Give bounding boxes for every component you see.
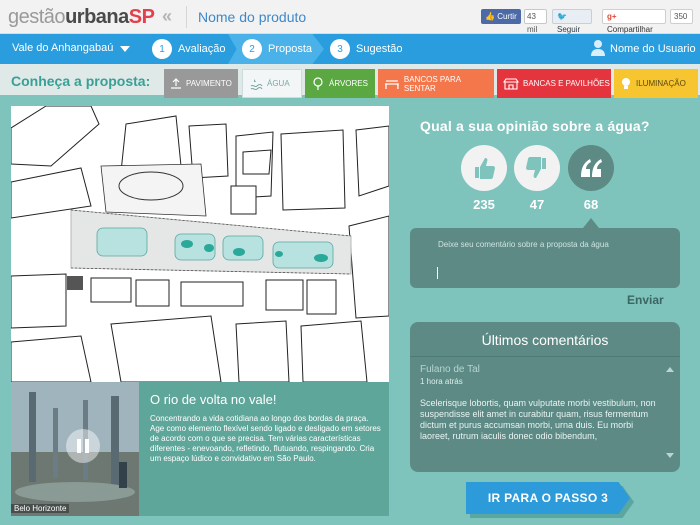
collapse-icon[interactable]: « bbox=[162, 6, 172, 27]
share-count-badge: 350 bbox=[670, 9, 693, 24]
tab-label: PAVIMENTO bbox=[186, 79, 232, 88]
logo-text-gestao: gestão bbox=[8, 6, 66, 28]
dislike-vote-button[interactable] bbox=[514, 145, 560, 191]
divider bbox=[186, 6, 187, 28]
opinion-question: Qual a sua opinião sobre a água? bbox=[420, 118, 650, 134]
like-label: Curtir bbox=[497, 12, 517, 21]
step-bar: Vale do Anhangabaú 1 Avaliação 2 Proposta … bbox=[0, 34, 700, 64]
pause-button[interactable] bbox=[66, 429, 100, 463]
text-caret bbox=[437, 267, 438, 279]
comment-author[interactable]: Fulano de Tal bbox=[420, 364, 480, 375]
divider bbox=[410, 356, 680, 357]
next-step-button[interactable]: IR PARA O PASSO 3 bbox=[466, 482, 630, 514]
comment-time: 1 hora atrás bbox=[420, 377, 463, 386]
info-panel: Belo Horizonte O rio de volta no vale! C… bbox=[11, 382, 389, 516]
map-plan-image bbox=[11, 106, 389, 382]
step-label: Sugestão bbox=[356, 43, 403, 55]
thumbs-up-icon bbox=[475, 158, 495, 179]
scroll-up-icon[interactable] bbox=[666, 367, 674, 372]
tab-agua[interactable]: ÁGUA bbox=[242, 69, 302, 98]
share-button[interactable]: g+ Compartilhar bbox=[602, 9, 666, 34]
tab-label: ILUMINAÇÃO bbox=[636, 79, 686, 88]
video-thumbnail[interactable]: Belo Horizonte bbox=[11, 382, 139, 516]
logo[interactable]: gestãourbanaSP bbox=[8, 6, 155, 29]
product-name: Nome do produto bbox=[198, 9, 307, 25]
step-sugestao[interactable]: 3 Sugestão bbox=[330, 34, 402, 64]
follow-button[interactable]: 🐦 Seguir bbox=[552, 9, 592, 34]
tab-label: ÁRVORES bbox=[329, 79, 368, 88]
lightbulb-icon bbox=[622, 77, 630, 89]
send-button[interactable]: Enviar bbox=[627, 293, 664, 307]
step-number: 3 bbox=[330, 39, 350, 59]
google-plus-icon: g+ bbox=[607, 12, 617, 21]
tab-label: BANCAS E PAVILHÕES bbox=[523, 79, 610, 88]
dislike-count: 47 bbox=[529, 197, 545, 212]
tab-bancos[interactable]: BANCOS PARA SENTAR bbox=[378, 69, 494, 98]
bench-icon bbox=[384, 79, 399, 89]
thumbs-down-icon bbox=[526, 157, 546, 178]
comment-placeholder: Deixe seu comentário sobre a proposta da… bbox=[438, 240, 609, 249]
tab-bancas[interactable]: BANCAS E PAVILHÕES bbox=[497, 69, 611, 98]
comment-count: 68 bbox=[583, 197, 599, 212]
category-bar: Conheça a proposta: PAVIMENTO ÁGUA ÁRVOR… bbox=[0, 64, 700, 98]
proposal-card: Belo Horizonte O rio de volta no vale! C… bbox=[11, 106, 389, 516]
step-proposta[interactable]: 2 Proposta bbox=[242, 34, 312, 64]
comment-input[interactable]: Deixe seu comentário sobre a proposta da… bbox=[410, 228, 680, 288]
info-description: Concentrando a vida cotidiana ao longo d… bbox=[150, 414, 381, 463]
like-vote-button[interactable] bbox=[461, 145, 507, 191]
tab-label: BANCOS PARA SENTAR bbox=[403, 74, 461, 93]
step-number: 1 bbox=[152, 39, 172, 59]
comment-vote-button[interactable] bbox=[568, 145, 614, 191]
comment-text: Scelerisque lobortis, quam vulputate mor… bbox=[420, 398, 656, 441]
like-button[interactable]: 👍 Curtir bbox=[481, 9, 521, 24]
comments-title: Últimos comentários bbox=[481, 332, 609, 348]
logo-text-urbana: urbana bbox=[65, 6, 129, 28]
logo-text-sp: SP bbox=[128, 6, 155, 28]
site-map[interactable] bbox=[11, 106, 389, 382]
water-icon bbox=[250, 78, 263, 90]
tree-icon bbox=[313, 76, 323, 90]
step-label: Avaliação bbox=[178, 43, 226, 55]
kiosk-icon bbox=[503, 77, 519, 90]
step-number: 2 bbox=[242, 39, 262, 59]
follow-label: Seguir bbox=[557, 25, 581, 34]
latest-comments-panel: Últimos comentários Fulano de Tal 1 hora… bbox=[410, 322, 680, 472]
location-selector[interactable]: Vale do Anhangabaú bbox=[12, 42, 113, 54]
like-count: 235 bbox=[473, 197, 495, 212]
tab-arvores[interactable]: ÁRVORES bbox=[305, 69, 375, 98]
tab-label: ÁGUA bbox=[267, 79, 290, 88]
user-icon[interactable] bbox=[590, 39, 606, 57]
photo-caption: Belo Horizonte bbox=[11, 504, 70, 513]
tab-iluminacao[interactable]: ILUMINAÇÃO bbox=[614, 69, 698, 98]
pavement-icon bbox=[171, 77, 181, 89]
share-label: Compartilhar bbox=[607, 25, 653, 34]
user-name[interactable]: Nome do Usuario bbox=[610, 43, 696, 55]
chevron-down-icon[interactable] bbox=[120, 46, 130, 52]
step-avaliacao[interactable]: 1 Avaliação bbox=[152, 34, 226, 64]
category-label: Conheça a proposta: bbox=[11, 73, 151, 89]
comment-box-pointer bbox=[583, 218, 599, 228]
info-title: O rio de volta no vale! bbox=[150, 392, 277, 407]
quote-icon bbox=[581, 159, 602, 177]
tab-pavimento[interactable]: PAVIMENTO bbox=[164, 69, 238, 98]
scroll-down-icon[interactable] bbox=[666, 453, 674, 458]
like-count-badge: 43 mil bbox=[524, 9, 547, 34]
step-label: Proposta bbox=[268, 43, 313, 55]
top-bar: gestãourbanaSP « Nome do produto 👍 Curti… bbox=[0, 0, 700, 34]
